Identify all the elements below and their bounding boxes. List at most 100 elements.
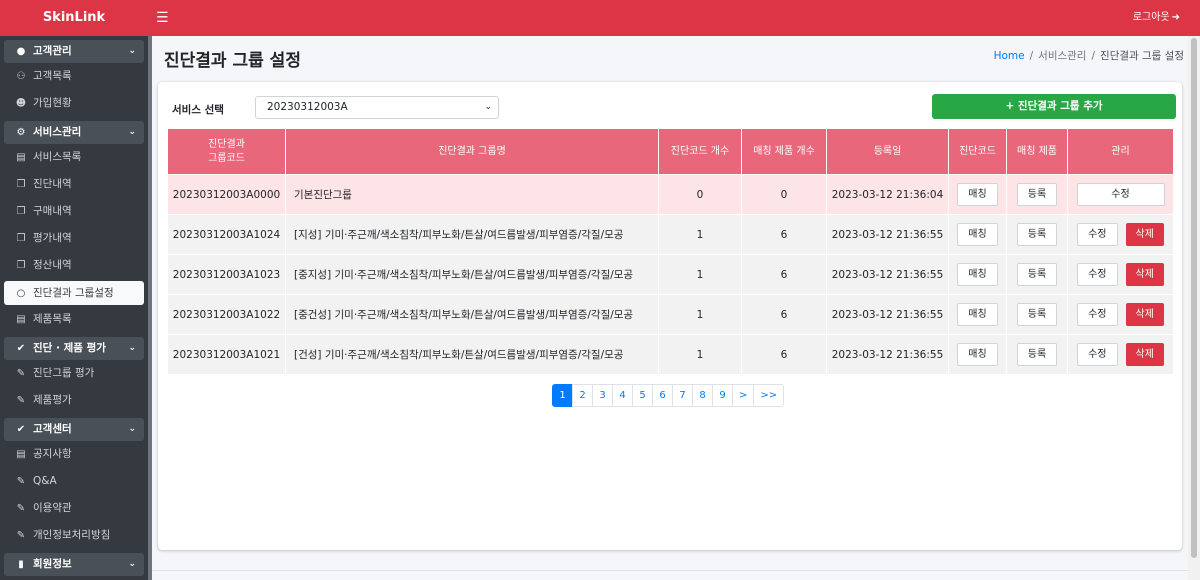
sidebar-group-services[interactable]: ⚙ 서비스관리 ⌄ [4,121,144,144]
cell-match-count: 6 [741,254,827,295]
cell-group-name: 기본진단그룹 [285,174,659,215]
register-button[interactable]: 등록 [1016,343,1058,366]
sidebar-group-label: 회원정보 [33,558,72,570]
copy-icon: ❐ [16,206,26,217]
edit-button[interactable]: 수정 [1076,183,1165,206]
match-button[interactable]: 매칭 [957,223,998,246]
sidebar-item-diagnosis-history[interactable]: ❐ 진단내역 [0,171,148,198]
page-link-1[interactable]: 1 [552,384,573,407]
breadcrumb-separator: / [1029,50,1034,62]
sidebar-item-label: 진단그룹 평가 [33,367,95,379]
sidebar-item-label: 이용약관 [33,502,72,514]
cell-manage: 수정 삭제 [1067,214,1174,255]
cell-manage: 수정 삭제 [1067,254,1174,295]
cell-diag-code: 매칭 [948,294,1007,335]
logout-label: 로그아웃 [1132,12,1170,23]
sidebar-item-product-list[interactable]: ▤ 제품목록 [0,306,148,333]
cell-group-name: [중건성] 기미·주근깨/색소침착/피부노화/튼살/여드름발생/피부염증/각질/… [285,294,659,335]
cell-group-name: [지성] 기미·주근깨/색소침착/피부노화/튼살/여드름발생/피부염증/각질/모… [285,214,659,255]
sidebar-item-signup-status[interactable]: ☻ 가입현황 [0,90,148,117]
edit-button[interactable]: 수정 [1077,343,1118,366]
sidebar-item-label: 진단결과 그룹설정 [33,287,114,299]
chevron-down-icon: ⌄ [128,559,136,569]
table-row: 20230312003A0000 기본진단그룹 0 0 2023-03-12 2… [167,174,1174,215]
copy-icon: ❐ [16,260,26,271]
register-button[interactable]: 등록 [1016,183,1058,206]
sidebar-item-customer-list[interactable]: ⚇ 고객목록 [0,63,148,90]
page-link-5[interactable]: 5 [632,384,653,407]
cell-match-product: 등록 [1006,334,1068,375]
column-header-manage: 관리 [1067,128,1174,175]
check-circle-icon: ✔ [16,343,26,354]
sidebar-item-qna[interactable]: ✎ Q&A [0,468,148,495]
page-last-link[interactable]: >> [753,384,785,407]
brand-logo[interactable]: SkinLink [0,0,148,36]
add-result-group-button[interactable]: + 진단결과 그룹 추가 [932,94,1176,119]
sidebar-group-customers[interactable]: ● 고객관리 ⌄ [4,40,144,63]
match-button[interactable]: 매칭 [957,343,998,366]
scrollbar-thumb[interactable] [1191,38,1197,558]
sidebar-group-support[interactable]: ✔ 고객센터 ⌄ [4,418,144,441]
page-scrollbar[interactable] [1188,36,1200,580]
cell-manage: 수정 삭제 [1067,294,1174,335]
match-button[interactable]: 매칭 [957,303,998,326]
page-link-4[interactable]: 4 [612,384,633,407]
sidebar-group-evaluation[interactable]: ✔ 진단 · 제품 평가 ⌄ [4,337,144,360]
column-header-diag-code: 진단코드 [948,128,1007,175]
service-select[interactable]: 20230312003A ⌄ [255,96,499,119]
page-link-8[interactable]: 8 [692,384,713,407]
sidebar-item-product-review[interactable]: ✎ 제품평가 [0,387,148,414]
page-link-3[interactable]: 3 [592,384,613,407]
match-button[interactable]: 매칭 [957,183,998,206]
service-select-label: 서비스 선택 [172,104,224,116]
cell-diag-code: 매칭 [948,174,1007,215]
circle-icon: ○ [16,288,26,299]
cell-manage: 수정 삭제 [1067,334,1174,375]
sidebar-item-service-list[interactable]: ▤ 서비스목록 [0,144,148,171]
breadcrumb: Home / 서비스관리 / 진단결과 그룹 설정 [994,48,1184,63]
sidebar-item-privacy[interactable]: ✎ 개인정보처리방침 [0,522,148,549]
column-header-group-name: 진단결과 그룹명 [285,128,659,175]
column-header-match-count: 매칭 제품 개수 [741,128,827,175]
result-group-card: 서비스 선택 20230312003A ⌄ + 진단결과 그룹 추가 진단결과 그… [158,82,1182,550]
match-button[interactable]: 매칭 [957,263,998,286]
sidebar-group-label: 고객관리 [33,45,72,57]
register-button[interactable]: 등록 [1016,223,1058,246]
sidebar-group-member-info[interactable]: ▮ 회원정보 ⌄ [4,553,144,576]
cell-group-code: 20230312003A1021 [167,334,286,375]
page-link-9[interactable]: 9 [712,384,733,407]
page-link-7[interactable]: 7 [672,384,693,407]
sidebar-item-settlement-history[interactable]: ❐ 정산내역 [0,252,148,279]
sidebar-item-review-history[interactable]: ❐ 평가내역 [0,225,148,252]
sidebar-group-label: 고객센터 [33,423,72,435]
edit-button[interactable]: 수정 [1077,303,1118,326]
service-select-value: 20230312003A [267,101,348,113]
delete-button[interactable]: 삭제 [1125,343,1164,366]
sidebar-item-result-group-settings[interactable]: ○ 진단결과 그룹설정 [4,281,144,305]
breadcrumb-home-link[interactable]: Home [994,50,1025,62]
table-row: 20230312003A1023 [중지성] 기미·주근깨/색소침착/피부노화/… [167,254,1174,295]
page-link-2[interactable]: 2 [572,384,593,407]
sidebar-item-label: 가입현황 [33,97,72,109]
page-next-link[interactable]: > [732,384,755,407]
cell-diag-count: 0 [658,174,742,215]
table-row: 20230312003A1022 [중건성] 기미·주근깨/색소침착/피부노화/… [167,294,1174,335]
register-button[interactable]: 등록 [1016,303,1058,326]
sidebar-item-diagnosis-group-review[interactable]: ✎ 진단그룹 평가 [0,360,148,387]
sidebar-item-notice[interactable]: ▤ 공지사항 [0,441,148,468]
cell-match-product: 등록 [1006,214,1068,255]
register-button[interactable]: 등록 [1016,263,1058,286]
sidebar-item-purchase-history[interactable]: ❐ 구매내역 [0,198,148,225]
delete-button[interactable]: 삭제 [1125,223,1164,246]
delete-button[interactable]: 삭제 [1125,303,1164,326]
header-label: 진단결과 [208,138,245,150]
sidebar-item-terms[interactable]: ✎ 이용약관 [0,495,148,522]
page-link-6[interactable]: 6 [652,384,673,407]
edit-icon: ✎ [16,503,26,514]
menu-toggle-icon[interactable]: ☰ [156,9,170,27]
edit-button[interactable]: 수정 [1077,263,1118,286]
sidebar-item-label: Q&A [33,475,57,487]
logout-button[interactable]: 로그아웃 ➜ [1133,0,1180,36]
edit-button[interactable]: 수정 [1077,223,1118,246]
delete-button[interactable]: 삭제 [1125,263,1164,286]
